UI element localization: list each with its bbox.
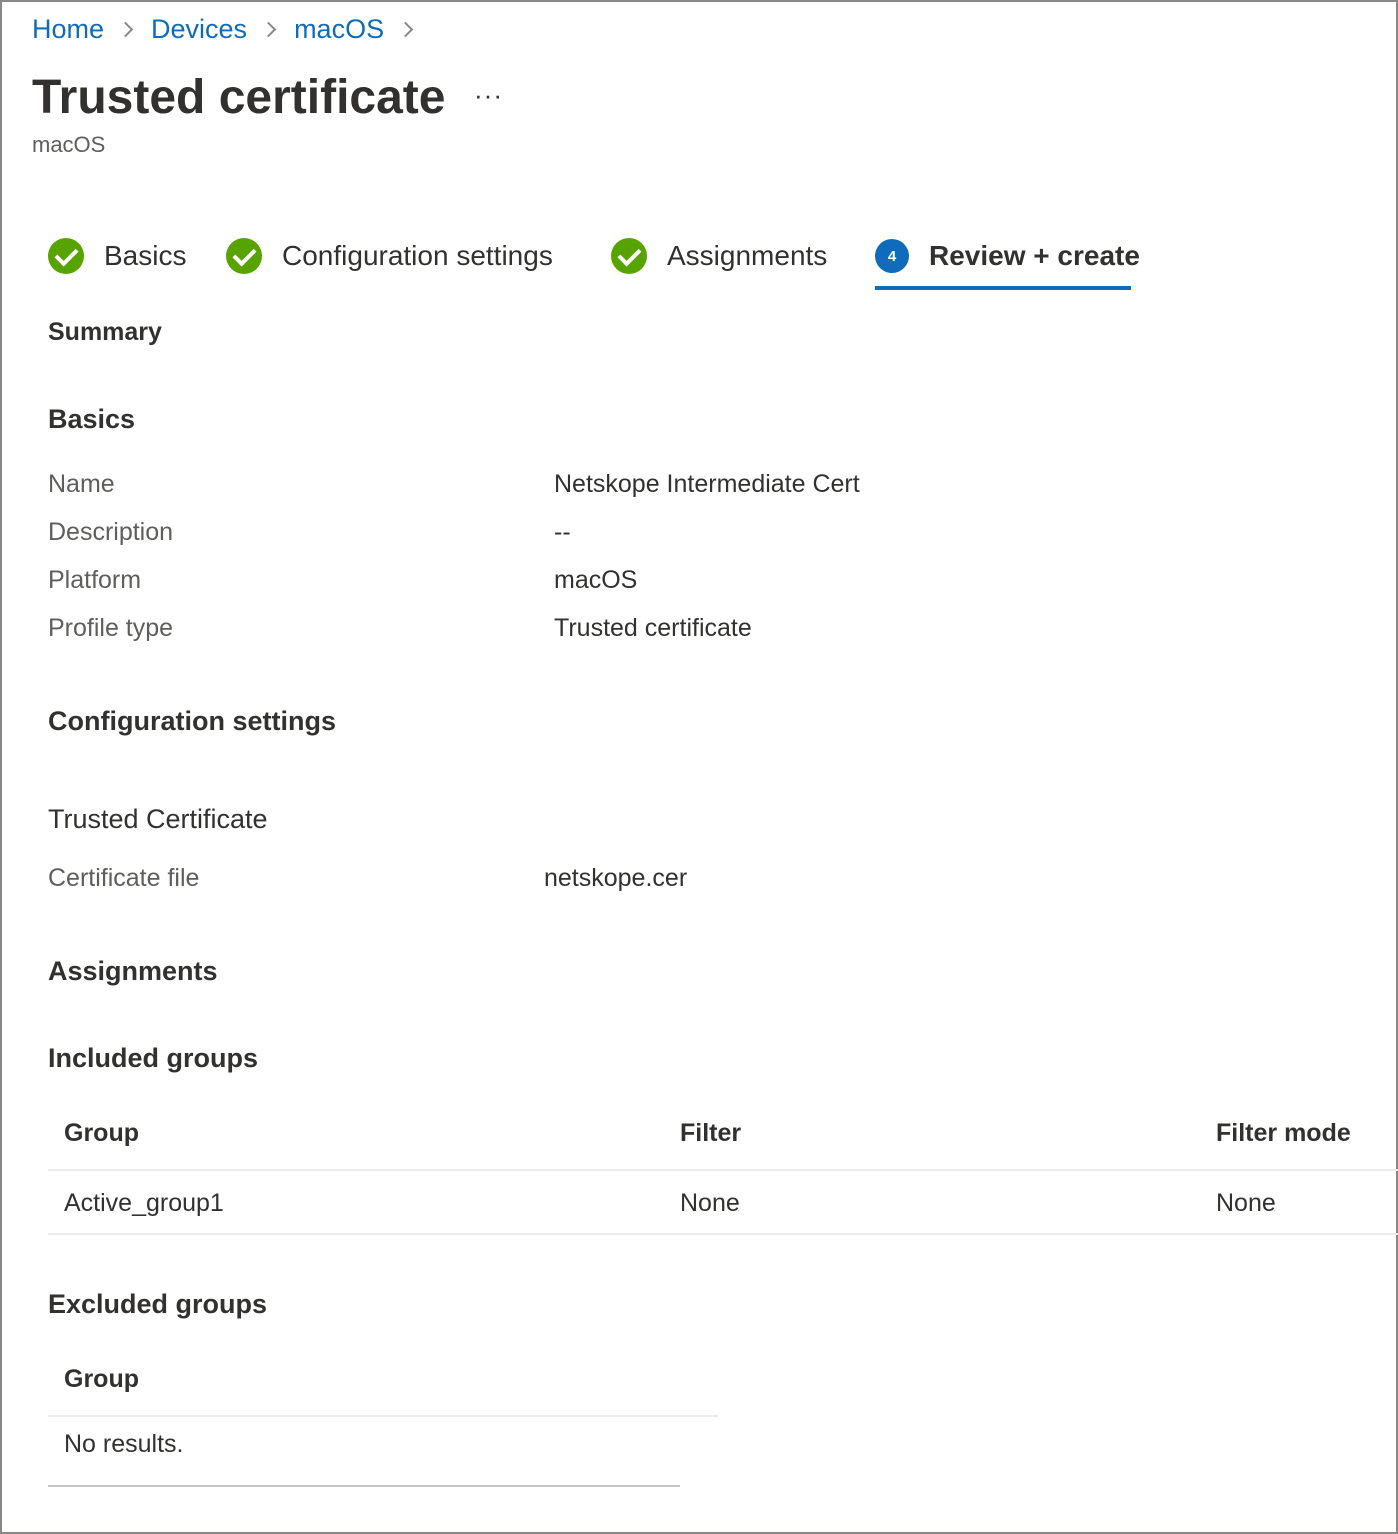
- checkmark-circle-icon: [226, 238, 262, 274]
- table-bottom-divider: [48, 1485, 680, 1487]
- header-divider: [48, 1415, 718, 1417]
- breadcrumb-devices-link[interactable]: Devices: [151, 14, 247, 45]
- configuration-settings-heading: Configuration settings: [48, 706, 336, 736]
- name-value: Netskope Intermediate Cert: [554, 470, 860, 498]
- breadcrumb-home-link[interactable]: Home: [32, 14, 104, 45]
- profile-type-label: Profile type: [48, 614, 174, 642]
- no-results-text: No results.: [64, 1430, 184, 1458]
- page-subtitle: macOS: [32, 132, 106, 157]
- step-review-create[interactable]: 4 Review + create: [875, 236, 1140, 276]
- platform-label: Platform: [48, 566, 142, 594]
- column-header-group: Group: [64, 1365, 139, 1393]
- included-groups-heading: Included groups: [48, 1043, 259, 1073]
- certificate-file-label: Certificate file: [48, 864, 200, 892]
- step-number-icon: 4: [875, 239, 909, 273]
- checkmark-circle-icon: [611, 238, 647, 274]
- basics-heading: Basics: [48, 404, 136, 434]
- step-configuration-settings[interactable]: Configuration settings: [226, 236, 553, 276]
- chevron-right-icon: [260, 21, 277, 38]
- step-assignments[interactable]: Assignments: [611, 236, 827, 276]
- header-divider: [48, 1169, 1398, 1171]
- excluded-groups-heading: Excluded groups: [48, 1289, 268, 1319]
- platform-value: macOS: [554, 566, 638, 594]
- summary-heading: Summary: [48, 318, 162, 346]
- description-label: Description: [48, 518, 174, 546]
- trusted-certificate-subheading: Trusted Certificate: [48, 804, 268, 834]
- step-label: Assignments: [667, 240, 828, 271]
- chevron-right-icon: [397, 21, 414, 38]
- group-cell: Active_group1: [64, 1189, 224, 1217]
- assignments-heading: Assignments: [48, 956, 218, 986]
- row-divider: [48, 1233, 1398, 1235]
- step-label: Review + create: [929, 240, 1140, 271]
- breadcrumb: Home Devices macOS: [32, 14, 431, 45]
- name-label: Name: [48, 470, 115, 498]
- column-header-group: Group: [64, 1119, 139, 1147]
- checkmark-circle-icon: [48, 238, 84, 274]
- step-basics[interactable]: Basics: [48, 236, 186, 276]
- page-title: Trusted certificate: [32, 71, 446, 124]
- column-header-filter-mode: Filter mode: [1216, 1119, 1351, 1147]
- description-value: --: [554, 518, 571, 546]
- chevron-right-icon: [117, 21, 134, 38]
- certificate-file-value: netskope.cer: [544, 864, 688, 892]
- active-step-indicator: [875, 286, 1131, 290]
- column-header-filter: Filter: [680, 1119, 742, 1147]
- step-label: Configuration settings: [282, 240, 553, 271]
- filter-cell: None: [680, 1189, 740, 1217]
- more-options-button[interactable]: ···: [474, 80, 503, 111]
- step-label: Basics: [104, 240, 187, 271]
- breadcrumb-macos-link[interactable]: macOS: [294, 14, 384, 45]
- profile-type-value: Trusted certificate: [554, 614, 752, 642]
- filter-mode-cell: None: [1216, 1189, 1276, 1217]
